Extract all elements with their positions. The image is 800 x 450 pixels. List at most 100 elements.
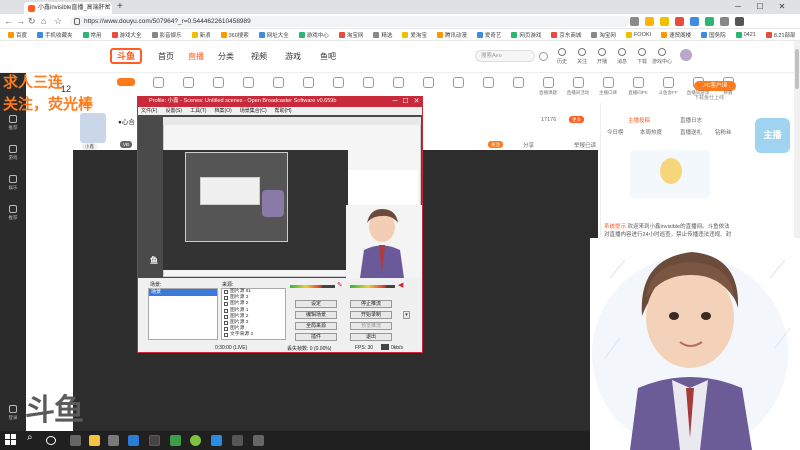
bookmark-item[interactable]: 网址大全 bbox=[258, 31, 289, 39]
stop-stream-button[interactable]: 停止推流 bbox=[350, 300, 392, 308]
obs-menu-item[interactable]: 工具(T) bbox=[190, 107, 206, 115]
preview-stream-button[interactable]: 预览推流 bbox=[350, 322, 392, 330]
sources-list[interactable]: 图片源 81 图片源 3 图片源 2 图片源 1 图片源 2 图片源 3 图片源 文字来源 2 bbox=[221, 288, 286, 340]
bookmark-item[interactable]: 速贸阁楼 bbox=[661, 31, 691, 39]
record-dropdown-icon[interactable]: ▾ bbox=[403, 311, 410, 319]
history-button[interactable]: 历史 bbox=[552, 48, 572, 65]
source-checkbox[interactable] bbox=[224, 290, 228, 295]
category-item-17[interactable]: 斗鱼会FF bbox=[655, 77, 681, 96]
app-icon[interactable] bbox=[232, 435, 243, 446]
plugins-button[interactable]: 插件 bbox=[295, 333, 337, 341]
bookmark-item[interactable]: 新浪 bbox=[191, 31, 211, 39]
search-icon[interactable]: ⌕ bbox=[27, 432, 33, 443]
app-icon[interactable] bbox=[253, 435, 264, 446]
browser-tab[interactable]: 小鑫invisible直播_高端肝岔 × bbox=[24, 2, 112, 14]
nav-home[interactable]: 首页 bbox=[158, 51, 174, 62]
scene-item[interactable]: 场景 bbox=[149, 289, 217, 296]
extension-icon[interactable] bbox=[720, 17, 729, 26]
nav-fishbar[interactable]: 鱼吧 bbox=[320, 51, 336, 62]
bookmark-item[interactable]: 影音娱乐 bbox=[151, 31, 182, 39]
star-icon[interactable]: ☆ bbox=[54, 15, 62, 28]
sidebar-item-more[interactable]: 推荐 bbox=[3, 205, 23, 221]
bookmark-item[interactable]: 爱奇艺 bbox=[476, 31, 501, 39]
obs-taskbar-icon[interactable] bbox=[149, 435, 160, 446]
mic-icon[interactable]: ✎ bbox=[337, 281, 343, 289]
back-icon[interactable]: ← bbox=[4, 15, 13, 28]
source-item[interactable]: 文字来源 2 bbox=[222, 332, 285, 338]
task-view-icon[interactable] bbox=[70, 435, 81, 446]
messages-button[interactable]: 消息 bbox=[612, 48, 632, 65]
tab-diamond-fans[interactable]: 钻粉丝 bbox=[715, 128, 732, 136]
extension-icon[interactable] bbox=[645, 17, 654, 26]
bookmark-item[interactable]: 京东商城 bbox=[551, 31, 581, 39]
obs-menu-item[interactable]: 设置(S) bbox=[165, 107, 182, 115]
tab-gifts[interactable]: 直播送礼 bbox=[680, 128, 702, 136]
extension-icon[interactable] bbox=[660, 17, 669, 26]
category-item-6[interactable] bbox=[325, 77, 351, 90]
app-icon[interactable] bbox=[170, 435, 181, 446]
category-item-9[interactable] bbox=[415, 77, 441, 90]
close-window-button[interactable]: ✕ bbox=[772, 0, 792, 14]
category-item-19[interactable]: 拼鑫 bbox=[715, 77, 741, 96]
category-item-18[interactable]: 直播间游戏 bbox=[685, 77, 711, 96]
bookmark-item[interactable]: 爱淘宝 bbox=[402, 31, 427, 39]
category-item-8[interactable] bbox=[385, 77, 411, 90]
nav-live[interactable]: 直播 bbox=[188, 51, 204, 62]
game-center-button[interactable]: 游戏中心 bbox=[652, 48, 672, 65]
nav-video[interactable]: 视频 bbox=[251, 51, 267, 62]
source-checkbox[interactable] bbox=[224, 327, 228, 332]
source-checkbox[interactable] bbox=[224, 321, 228, 326]
extension-icon[interactable] bbox=[705, 17, 714, 26]
nav-category[interactable]: 分类 bbox=[218, 51, 234, 62]
home-icon[interactable]: ⌂ bbox=[41, 15, 46, 28]
search-input[interactable]: 搜索Aeo bbox=[475, 50, 548, 62]
obs-menu-item[interactable]: 档案(O) bbox=[214, 107, 231, 115]
category-item-2[interactable] bbox=[205, 77, 231, 90]
windows-start-icon[interactable] bbox=[5, 434, 16, 445]
bookmark-item[interactable]: 精选 bbox=[373, 31, 392, 39]
category-item-5[interactable] bbox=[295, 77, 321, 90]
source-checkbox[interactable] bbox=[224, 314, 228, 319]
bookmark-item[interactable]: 淘宝网 bbox=[338, 31, 363, 39]
speaker-icon[interactable]: ◀ bbox=[398, 281, 403, 289]
new-tab-button[interactable]: + bbox=[117, 1, 123, 13]
tab-anchor-posts[interactable]: 主播投稿 bbox=[628, 116, 650, 124]
sidebar-item-recommend[interactable]: 推荐 bbox=[3, 115, 23, 131]
tab-today-rank[interactable]: 今日榜 bbox=[607, 128, 624, 136]
global-sources-button[interactable]: 全局来源 bbox=[295, 322, 337, 330]
share-icon[interactable] bbox=[630, 17, 639, 26]
more-button[interactable]: 更多 bbox=[569, 116, 584, 123]
refresh-icon[interactable]: ↻ bbox=[28, 15, 36, 28]
tab-live-log[interactable]: 直播日志 bbox=[680, 116, 702, 124]
edit-scene-button[interactable]: 编辑场景 bbox=[295, 311, 337, 319]
edge-icon[interactable] bbox=[128, 435, 139, 446]
start-record-button[interactable]: 开始录制 bbox=[350, 311, 392, 319]
obs-close-button[interactable]: ✕ bbox=[414, 96, 420, 107]
anchor-recruit-banner[interactable]: 主播 bbox=[755, 118, 790, 153]
category-item-11[interactable] bbox=[475, 77, 501, 90]
category-item-10[interactable] bbox=[445, 77, 471, 90]
category-item-15[interactable]: 主播口碑 bbox=[595, 77, 621, 96]
category-item-4[interactable] bbox=[265, 77, 291, 90]
category-item-16[interactable]: 直播间PK bbox=[625, 77, 651, 96]
nav-game[interactable]: 游戏 bbox=[285, 51, 301, 62]
obs-maximize-button[interactable]: ☐ bbox=[402, 96, 408, 107]
category-item-1[interactable] bbox=[175, 77, 201, 90]
category-item-0[interactable] bbox=[145, 77, 171, 90]
bookmark-item[interactable]: 网页游戏 bbox=[511, 31, 541, 39]
category-item-14[interactable]: 直播间活动 bbox=[565, 77, 591, 96]
menu-icon[interactable] bbox=[735, 17, 744, 26]
report-button[interactable]: 举报已读 bbox=[574, 141, 596, 149]
bookmark-item[interactable]: 360搜索 bbox=[220, 31, 249, 39]
search-icon[interactable] bbox=[539, 52, 548, 61]
browser-360-icon[interactable] bbox=[190, 435, 201, 446]
settings-button[interactable]: 设定 bbox=[295, 300, 337, 308]
bookmark-item[interactable]: 0421 bbox=[735, 31, 756, 38]
bookmark-item[interactable]: 游戏中心 bbox=[298, 31, 329, 39]
follow-list-button[interactable]: 关注 bbox=[572, 48, 592, 65]
scrollbar-thumb[interactable] bbox=[795, 49, 799, 89]
follow-button[interactable]: 关注 bbox=[488, 141, 503, 148]
go-live-button[interactable]: 开播 bbox=[592, 48, 612, 65]
forward-icon[interactable]: → bbox=[16, 15, 25, 28]
bookmark-item[interactable]: 腾讯动漫 bbox=[436, 31, 467, 39]
